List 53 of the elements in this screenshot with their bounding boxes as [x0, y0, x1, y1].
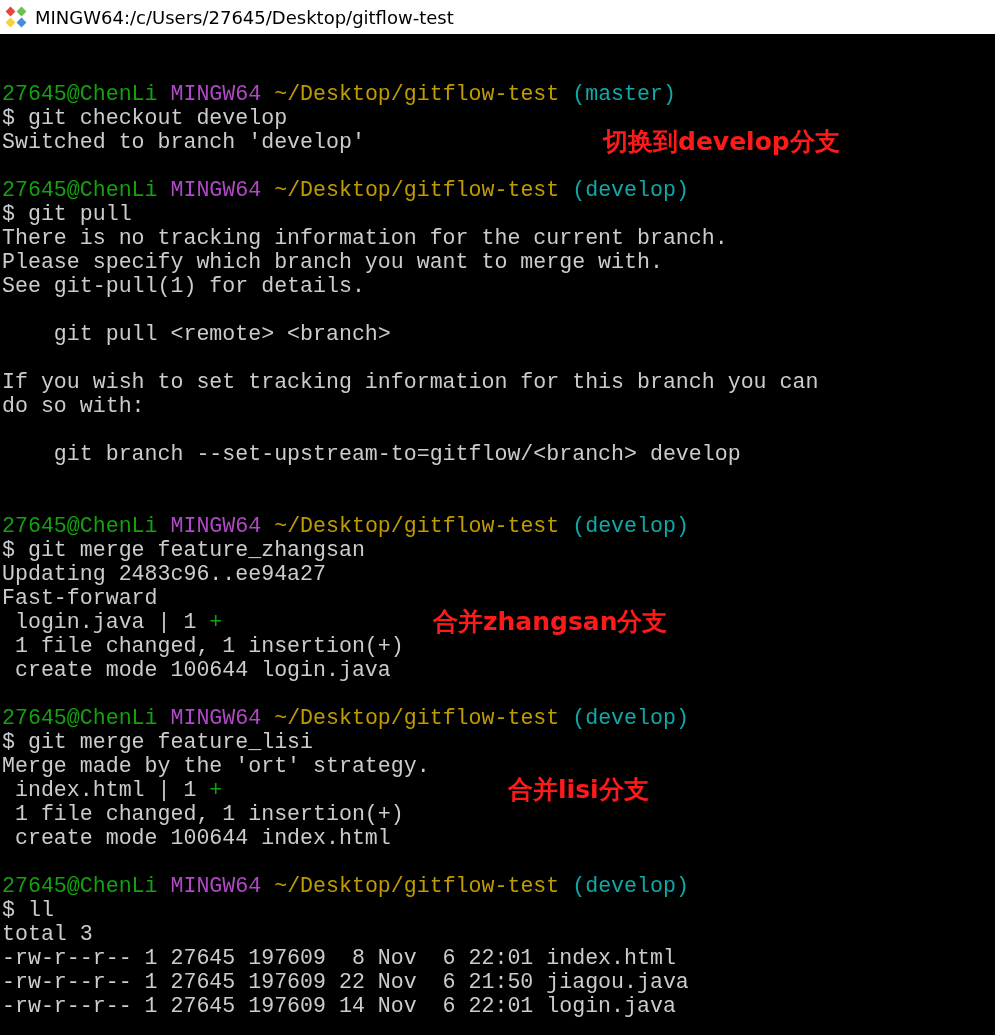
prompt-path: ~/Desktop/gitflow-test [274, 178, 560, 202]
terminal-output: $ git merge feature_lisi [2, 730, 313, 754]
terminal-output: -rw-r--r-- 1 27645 197609 22 Nov 6 21:50 jiagou.java [2, 970, 689, 994]
prompt-system: MINGW64 [170, 874, 262, 898]
terminal-output: If you wish to set tracking information for this branch you can [2, 370, 819, 394]
window-title: MINGW64:/c/Users/27645/Desktop/gitflow-test [35, 6, 454, 28]
prompt-user: 27645@ChenLi [2, 514, 158, 538]
prompt-system: MINGW64 [170, 706, 262, 730]
terminal-output: do so with: [2, 394, 145, 418]
terminal-output: index.html | 1 [13, 778, 197, 802]
terminal-output: Updating 2483c96..ee94a27 [2, 562, 326, 586]
annotation-label: 合并lisi分支 [508, 775, 649, 805]
prompt-user: 27645@ChenLi [2, 874, 158, 898]
prompt-branch: (master) [572, 82, 676, 106]
prompt-user: 27645@ChenLi [2, 706, 158, 730]
prompt-user: 27645@ChenLi [2, 82, 158, 106]
terminal-output: login.java | 1 [13, 610, 197, 634]
prompt-path: ~/Desktop/gitflow-test [274, 82, 560, 106]
terminal-output: 1 file changed, 1 insertion(+) [13, 802, 404, 826]
terminal-output: create mode 100644 index.html [13, 826, 391, 850]
prompt-system: MINGW64 [170, 178, 262, 202]
terminal-output: total 3 [2, 922, 93, 946]
terminal-output: create mode 100644 login.java [13, 658, 391, 682]
prompt-system: MINGW64 [170, 82, 262, 106]
terminal-output: -rw-r--r-- 1 27645 197609 14 Nov 6 22:01 login.java [2, 994, 676, 1018]
prompt-path: ~/Desktop/gitflow-test [274, 514, 560, 538]
terminal-output: Merge made by the 'ort' strategy. [2, 754, 430, 778]
terminal-output: git pull <remote> <branch> [52, 322, 391, 346]
prompt-path: ~/Desktop/gitflow-test [274, 874, 560, 898]
diffstat-plus: + [209, 610, 223, 634]
prompt-path: ~/Desktop/gitflow-test [274, 706, 560, 730]
terminal-output: $ git merge feature_zhangsan [2, 538, 365, 562]
prompt-system: MINGW64 [170, 514, 262, 538]
terminal-output: -rw-r--r-- 1 27645 197609 8 Nov 6 22:01 index.html [2, 946, 676, 970]
terminal-output: There is no tracking information for the current branch. [2, 226, 728, 250]
prompt-branch: (develop) [572, 514, 689, 538]
annotation-label: 切换到develop分支 [603, 127, 840, 157]
terminal-output: $ git checkout develop [2, 106, 288, 130]
terminal-output: git branch --set-upstream-to=gitflow/<branch> develop [52, 442, 741, 466]
terminal-output: Please specify which branch you want to merge with. [2, 250, 663, 274]
diffstat-plus: + [209, 778, 223, 802]
annotation-label: 合并zhangsan分支 [433, 607, 668, 637]
terminal-output: See git-pull(1) for details. [2, 274, 365, 298]
app-icon [3, 4, 29, 30]
prompt-branch: (develop) [572, 874, 689, 898]
terminal-output: $ ll [2, 898, 54, 922]
prompt-branch: (develop) [572, 706, 689, 730]
terminal-output: Fast-forward [2, 586, 158, 610]
prompt-user: 27645@ChenLi [2, 178, 158, 202]
prompt-branch: (develop) [572, 178, 689, 202]
terminal-output: 1 file changed, 1 insertion(+) [13, 634, 404, 658]
terminal-output: Switched to branch 'develop' [2, 130, 365, 154]
terminal-output: $ git pull [2, 202, 132, 226]
